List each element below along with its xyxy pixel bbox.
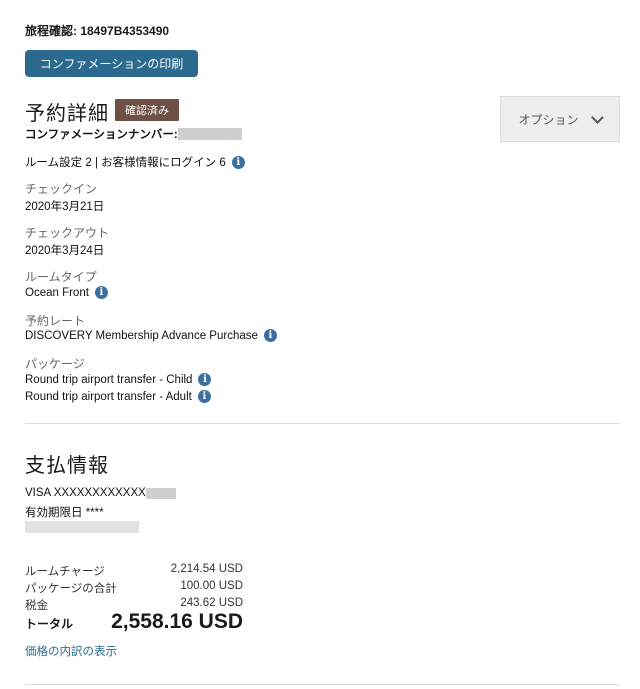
charge-label: ルームチャージ (25, 566, 105, 578)
rate: DISCOVERY Membership Advance Purchase i (25, 329, 277, 342)
charge-value: 2,214.54 USD (170, 563, 243, 575)
masked-confirmation (177, 128, 242, 140)
room-type: Ocean Front i (25, 286, 108, 299)
confirmation-label: コンファメーションナンバー: (25, 129, 178, 141)
charge-label: パッケージの合計 (25, 583, 117, 595)
total-label: トータル (25, 617, 74, 631)
room-setup: ルーム設定 2 | お客様情報にログイン 6 i (25, 154, 245, 170)
chevron-down-icon (590, 110, 604, 124)
package-label: パッケージ (25, 357, 85, 371)
charge-row: ルームチャージ 2,214.54 USD (25, 563, 243, 579)
checkout-label: チェックアウト (25, 226, 110, 240)
divider (25, 423, 620, 424)
rate-value: DISCOVERY Membership Advance Purchase (25, 329, 258, 342)
room-setup-text: ルーム設定 2 | お客様情報にログイン 6 (25, 157, 226, 169)
reservation-details-title: 予約詳細 (25, 103, 109, 125)
info-icon[interactable]: i (94, 286, 108, 299)
checkin-label: チェックイン (25, 182, 98, 196)
options-dropdown[interactable]: オプション (500, 96, 620, 142)
info-icon[interactable]: i (198, 373, 212, 386)
info-icon[interactable]: i (231, 155, 245, 169)
total-row: トータル 2,558.16 USD (25, 610, 243, 634)
confirmation-number: コンファメーションナンバー: (25, 126, 242, 142)
rate-label: 予約レート (25, 314, 86, 328)
print-confirmation-button[interactable]: コンファメーションの印刷 (25, 50, 198, 77)
price-breakdown-link[interactable]: 価格の内訳の表示 (25, 643, 117, 659)
masked-card-digits (145, 487, 176, 499)
checkout-value: 2020年3月24日 (25, 245, 105, 257)
itinerary-number: 旅程確認: 18497B4353490 (25, 24, 170, 38)
card-number-text: VISA XXXXXXXXXXXX (25, 487, 146, 499)
charge-value: 100.00 USD (180, 580, 243, 592)
card-number: VISA XXXXXXXXXXXX (25, 487, 176, 499)
card-expiry: 有効期限日 **** (25, 507, 104, 519)
total-value: 2,558.16 USD (111, 610, 243, 633)
checkin-value: 2020年3月21日 (25, 201, 105, 213)
info-icon[interactable]: i (263, 329, 277, 342)
charge-row: パッケージの合計 100.00 USD (25, 580, 243, 596)
options-label: オプション (518, 112, 579, 127)
room-type-value: Ocean Front (25, 286, 89, 299)
package-text: Round trip airport transfer - Adult (25, 390, 192, 403)
info-icon[interactable]: i (197, 390, 211, 403)
divider (25, 684, 620, 685)
package-item: Round trip airport transfer - Child i (25, 373, 212, 386)
payment-info-title: 支払情報 (25, 455, 109, 477)
package-text: Round trip airport transfer - Child (25, 373, 193, 386)
masked-card-holder (25, 521, 139, 533)
status-badge: 確認済み (115, 99, 179, 121)
package-item: Round trip airport transfer - Adult i (25, 390, 211, 403)
room-type-label: ルームタイプ (25, 270, 97, 284)
